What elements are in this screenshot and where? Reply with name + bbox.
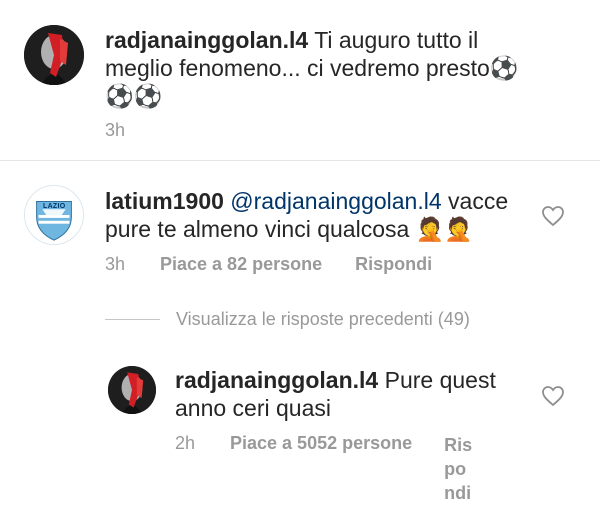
likes-count-link[interactable]: Piace a 82 persone xyxy=(160,254,322,275)
view-previous-replies[interactable]: Visualizza le risposte precedenti (49) xyxy=(105,309,470,330)
comment-text: latium1900 @radjanainggolan.l4 vacce pur… xyxy=(105,187,535,243)
lazio-label: LAZIO xyxy=(43,203,66,210)
avatar[interactable] xyxy=(24,25,84,85)
like-heart-icon[interactable] xyxy=(541,205,565,227)
reply-body-line2: anno ceri quasi xyxy=(175,395,331,421)
username[interactable]: radjanainggolan.l4 xyxy=(175,367,378,393)
soccer-ball-icon: ⚽ xyxy=(489,55,519,81)
comment-body-line1: vacce xyxy=(441,188,509,214)
like-heart-icon[interactable] xyxy=(541,385,565,407)
reply-label-part1: Ris xyxy=(444,435,473,455)
reply-button[interactable]: Ris po ndi xyxy=(444,433,488,505)
reply-text: radjanainggolan.l4 Pure quest anno ceri … xyxy=(175,366,535,422)
view-previous-label[interactable]: Visualizza le risposte precedenti (49) xyxy=(176,309,470,330)
comment-2: LAZIO latium1900 @radjanainggolan.l4 vac… xyxy=(0,161,600,301)
likes-count-link[interactable]: Piace a 5052 persone xyxy=(230,433,412,454)
avatar-image xyxy=(24,25,84,85)
mention-link[interactable]: @radjanainggolan.l4 xyxy=(230,188,441,214)
comment-meta: 3h xyxy=(105,120,125,141)
timestamp: 3h xyxy=(105,120,126,140)
divider-line xyxy=(105,319,160,320)
reply-button[interactable]: Rispondi xyxy=(355,254,432,275)
comment-body-line1: Ti auguro tutto il xyxy=(308,27,479,53)
comment-1: radjanainggolan.l4 Ti auguro tutto il me… xyxy=(0,0,600,160)
username[interactable]: latium1900 xyxy=(105,188,224,214)
avatar[interactable]: LAZIO xyxy=(24,185,84,245)
comment-text: radjanainggolan.l4 Ti auguro tutto il me… xyxy=(105,26,565,110)
reply-meta: 2h Piace a 5052 persone Ris po ndi xyxy=(175,433,488,505)
timestamp: 3h xyxy=(105,254,126,274)
avatar[interactable] xyxy=(108,366,156,414)
comment-body-line2: pure te almeno vinci qualcosa 🤦🤦 xyxy=(105,216,473,242)
username[interactable]: radjanainggolan.l4 xyxy=(105,27,308,53)
lazio-logo-icon xyxy=(25,186,83,244)
avatar-image xyxy=(108,366,156,414)
reply-body-line1: Pure quest xyxy=(378,367,496,393)
timestamp: 2h xyxy=(175,433,196,453)
reply-label-part2: po xyxy=(444,459,467,479)
reply-label-part3: ndi xyxy=(444,483,472,503)
comment-body-line2: meglio fenomeno... ci vedremo presto xyxy=(105,55,490,81)
soccer-ball-icons: ⚽⚽ xyxy=(105,83,163,109)
comment-meta: 3h Piace a 82 persone Rispondi xyxy=(105,254,432,275)
reply-comment: radjanainggolan.l4 Pure quest anno ceri … xyxy=(0,350,600,524)
